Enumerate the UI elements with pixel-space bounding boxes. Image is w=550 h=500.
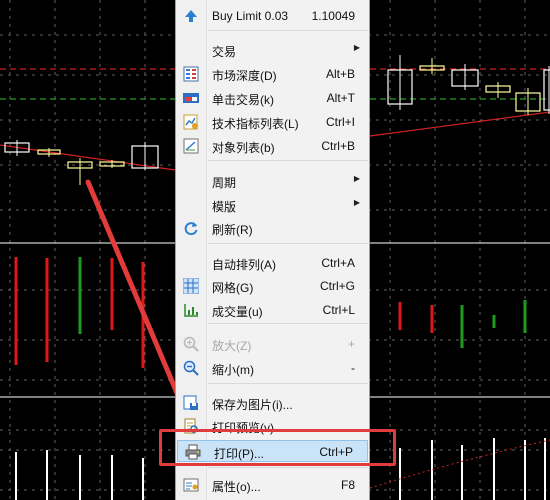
menu-item-period[interactable]: 周期 ▶ (176, 170, 369, 192)
moving-average-line-right (369, 111, 550, 137)
menu-separator (208, 323, 368, 324)
menu-item-shortcut: Alt+T (326, 91, 355, 105)
menu-item-shortcut: + (347, 337, 355, 351)
menu-item-shortcut: - (351, 361, 355, 375)
up-arrow-icon (182, 8, 199, 24)
menu-item-label: 单击交易(k) (212, 93, 274, 107)
menu-item-label: Buy Limit 0.03 (212, 9, 289, 23)
menu-item-auto-arrange[interactable]: 自动排列(A) Ctrl+A (176, 252, 369, 274)
volumes-icon (182, 302, 199, 318)
menu-item-shortcut: F8 (340, 478, 355, 492)
menu-item-label: 对象列表(b) (212, 141, 275, 155)
menu-item-market-depth[interactable]: 市场深度(D) Alt+B (176, 63, 369, 85)
menu-separator (208, 383, 368, 384)
menu-item-shortcut: Ctrl+L (322, 303, 355, 317)
menu-item-label: 模版 (212, 200, 237, 214)
refresh-icon (182, 220, 199, 236)
menu-item-shortcut: Ctrl+A (321, 256, 355, 270)
menu-item-shortcut: Ctrl+B (321, 139, 355, 153)
market-depth-icon (182, 66, 199, 82)
menu-item-shortcut: Ctrl+I (325, 115, 355, 129)
menu-separator (208, 160, 368, 161)
menu-item-objects-list[interactable]: 对象列表(b) Ctrl+B (176, 135, 369, 157)
menu-item-shortcut: Alt+B (325, 67, 355, 81)
menu-item-one-click-trading[interactable]: 单击交易(k) Alt+T (176, 87, 369, 109)
menu-item-zoom-in[interactable]: 放大(Z) + (176, 333, 369, 355)
menu-item-label: 保存为图片(i)... (212, 398, 293, 412)
submenu-arrow-icon: ▶ (353, 174, 360, 183)
zoom-in-icon (182, 336, 199, 352)
menu-item-zoom-out[interactable]: 缩小(m) - (176, 357, 369, 379)
menu-item-indicators-list[interactable]: 技术指标列表(L) Ctrl+I (176, 111, 369, 133)
menu-item-label: 刷新(R) (212, 223, 253, 237)
annotation-arrow (85, 179, 188, 415)
indicator-dotted-line (369, 439, 550, 489)
menu-item-template[interactable]: 模版 ▶ (176, 194, 369, 216)
menu-item-buy-limit[interactable]: Buy Limit 0.03 1.10049 (176, 5, 369, 27)
menu-item-label: 属性(o)... (212, 480, 261, 494)
grid-icon (182, 278, 199, 294)
objects-list-icon (182, 138, 199, 154)
menu-item-save-as-picture[interactable]: 保存为图片(i)... (176, 392, 369, 414)
indicators-list-icon (182, 114, 199, 130)
properties-icon (182, 477, 199, 493)
one-click-trading-icon (182, 90, 199, 106)
menu-item-properties[interactable]: 属性(o)... F8 (176, 474, 369, 496)
menu-item-label: 交易 (212, 45, 237, 59)
menu-item-label: 缩小(m) (212, 363, 254, 377)
menu-item-trade[interactable]: 交易 ▶ (176, 39, 369, 61)
menu-item-label: 周期 (212, 176, 237, 190)
save-picture-icon (182, 395, 199, 411)
menu-item-volumes[interactable]: 成交量(u) Ctrl+L (176, 299, 369, 321)
moving-average-line (0, 144, 176, 171)
menu-item-shortcut: Ctrl+G (319, 279, 355, 293)
menu-separator (208, 30, 368, 31)
menu-item-shortcut: 1.10049 (311, 9, 355, 23)
menu-separator (208, 243, 368, 244)
submenu-arrow-icon: ▶ (353, 198, 360, 207)
chart-context-menu: Buy Limit 0.03 1.10049 交易 ▶ 市场深度(D) Alt+B 单击交易… (175, 0, 370, 500)
menu-item-grid[interactable]: 网格(G) Ctrl+G (176, 275, 369, 297)
print-highlight-box (159, 429, 396, 466)
menu-item-label: 自动排列(A) (212, 258, 276, 272)
menu-item-label: 放大(Z) (212, 339, 252, 353)
menu-item-refresh[interactable]: 刷新(R) (176, 217, 369, 239)
menu-separator (208, 467, 368, 468)
zoom-out-icon (182, 360, 199, 376)
menu-item-label: 市场深度(D) (212, 69, 277, 83)
submenu-arrow-icon: ▶ (353, 43, 360, 52)
menu-item-label: 技术指标列表(L) (212, 117, 299, 131)
menu-item-label: 成交量(u) (212, 305, 263, 319)
menu-item-label: 网格(G) (212, 281, 254, 295)
